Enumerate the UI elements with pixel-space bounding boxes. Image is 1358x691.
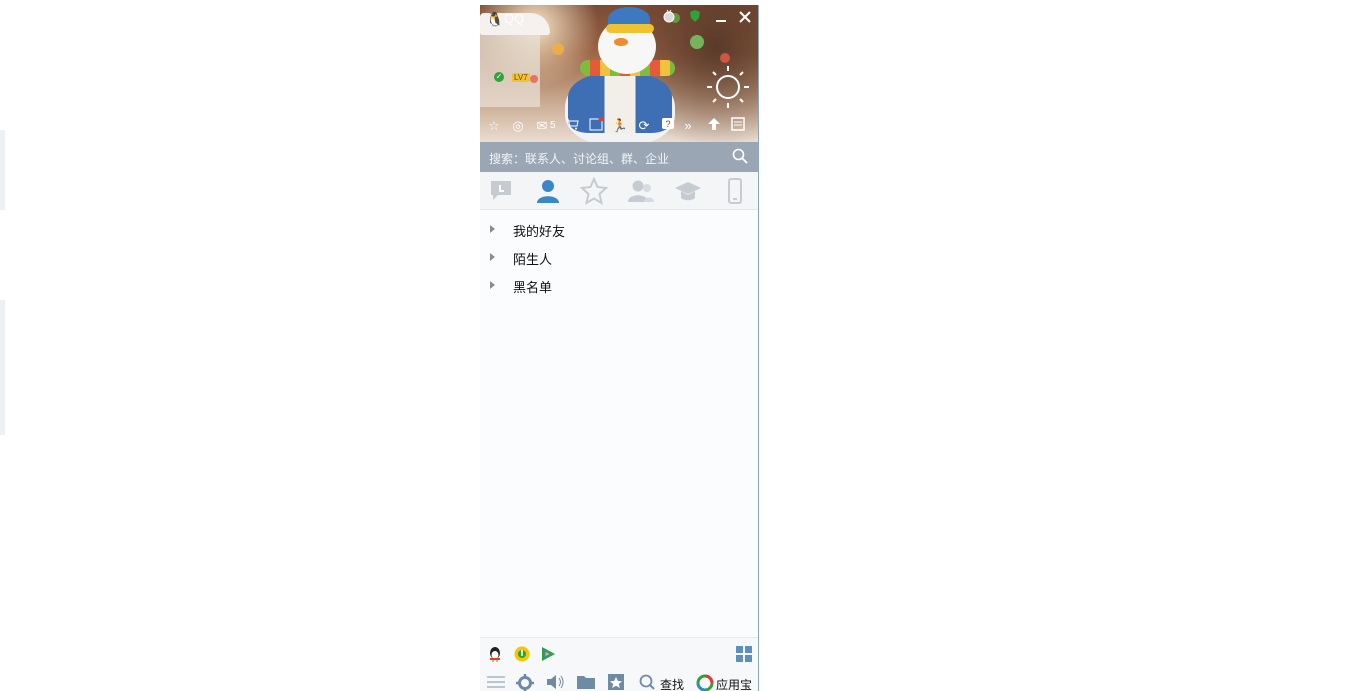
medal-icon[interactable] — [660, 9, 678, 27]
qq-music-icon[interactable] — [514, 646, 530, 662]
search-icon[interactable] — [732, 148, 750, 166]
graduation-cap-icon — [675, 182, 701, 201]
upload-icon[interactable] — [705, 117, 723, 135]
title-bar[interactable]: 🐧 QQ — [480, 5, 758, 31]
more-chevron-icon[interactable]: » — [679, 117, 697, 135]
settings-gear-icon[interactable] — [515, 674, 535, 691]
search-icon[interactable] — [638, 674, 658, 690]
online-status-icon[interactable]: ✓ — [494, 72, 504, 82]
group-my-friends[interactable]: 我的好友 — [480, 215, 758, 243]
phone-icon — [728, 178, 742, 204]
star-icon — [579, 176, 609, 206]
main-menu-icon[interactable] — [486, 674, 506, 690]
group-icon — [628, 180, 654, 202]
background-edge — [0, 300, 5, 435]
mail-icon[interactable]: ✉ — [533, 117, 551, 135]
background-edge — [0, 130, 5, 210]
group-strangers[interactable]: 陌生人 — [480, 243, 758, 271]
minimize-button[interactable] — [712, 9, 730, 27]
quick-toolbar: ☆ ◎ ✉ 5 🏃 ⟳ ? » — [480, 116, 758, 137]
tab-groups[interactable] — [626, 176, 656, 206]
skin-house — [480, 27, 540, 107]
app-title: QQ — [504, 11, 525, 26]
sound-icon[interactable] — [545, 674, 565, 690]
tab-contacts[interactable] — [533, 176, 563, 206]
group-label: 我的好友 — [513, 224, 566, 239]
app-store-icon[interactable] — [695, 674, 715, 691]
tab-favorites[interactable] — [579, 176, 609, 206]
folder-icon[interactable] — [576, 674, 596, 690]
weather-sun-icon[interactable] — [706, 65, 750, 109]
group-blacklist[interactable]: 黑名单 — [480, 271, 758, 299]
tab-phone[interactable] — [720, 176, 750, 206]
qq-penguin-icon: 🐧 — [486, 11, 504, 27]
snowman-nose — [614, 38, 628, 46]
qq-main-window: 🐧 QQ ✓ LV7 ☆ ◎ ✉ 5 🏃 ⟳ ? » 搜索：联系人、讨论组、群、… — [480, 5, 759, 691]
expand-arrow-icon[interactable] — [490, 225, 495, 233]
bottom-panel: 查找 应用宝 — [480, 637, 758, 691]
person-icon — [537, 180, 559, 203]
group-label: 黑名单 — [513, 280, 553, 295]
tab-conversations[interactable] — [486, 176, 516, 206]
close-button[interactable] — [736, 9, 754, 27]
help-icon[interactable]: ? — [659, 117, 677, 135]
calendar-icon[interactable] — [587, 116, 605, 135]
tencent-video-icon[interactable] — [540, 646, 556, 662]
app-store-button[interactable]: 应用宝 — [716, 676, 752, 691]
refresh-icon[interactable]: ⟳ — [635, 117, 653, 135]
main-tabs — [480, 172, 758, 210]
tab-education[interactable] — [673, 176, 703, 206]
find-button[interactable]: 查找 — [660, 676, 684, 691]
contact-group-list: 我的好友 陌生人 黑名单 — [480, 215, 758, 299]
shield-icon[interactable] — [686, 9, 704, 27]
expand-arrow-icon[interactable] — [490, 281, 495, 289]
search-input[interactable]: 搜索：联系人、讨论组、群、企业 — [489, 150, 669, 167]
shopping-cart-icon[interactable] — [563, 117, 581, 135]
skin-banner: 🐧 QQ ✓ LV7 ☆ ◎ ✉ 5 🏃 ⟳ ? » — [480, 5, 758, 142]
expand-arrow-icon[interactable] — [490, 253, 495, 261]
group-label: 陌生人 — [513, 252, 553, 267]
qq-pet-icon[interactable] — [487, 646, 503, 662]
search-bar[interactable]: 搜索：联系人、讨论组、群、企业 — [480, 142, 758, 172]
space-icon[interactable]: ◎ — [509, 117, 527, 135]
svg-text:?: ? — [665, 119, 670, 129]
chat-bubble-icon — [491, 181, 511, 200]
star-icon[interactable]: ☆ — [485, 117, 503, 135]
level-badge[interactable]: LV7 — [512, 73, 530, 82]
app-manager-icon[interactable] — [729, 117, 747, 135]
favorites-box-icon[interactable] — [606, 674, 626, 690]
app-grid-icon[interactable] — [736, 646, 752, 662]
mail-count: 5 — [550, 120, 556, 131]
sports-icon[interactable]: 🏃 — [611, 117, 629, 135]
